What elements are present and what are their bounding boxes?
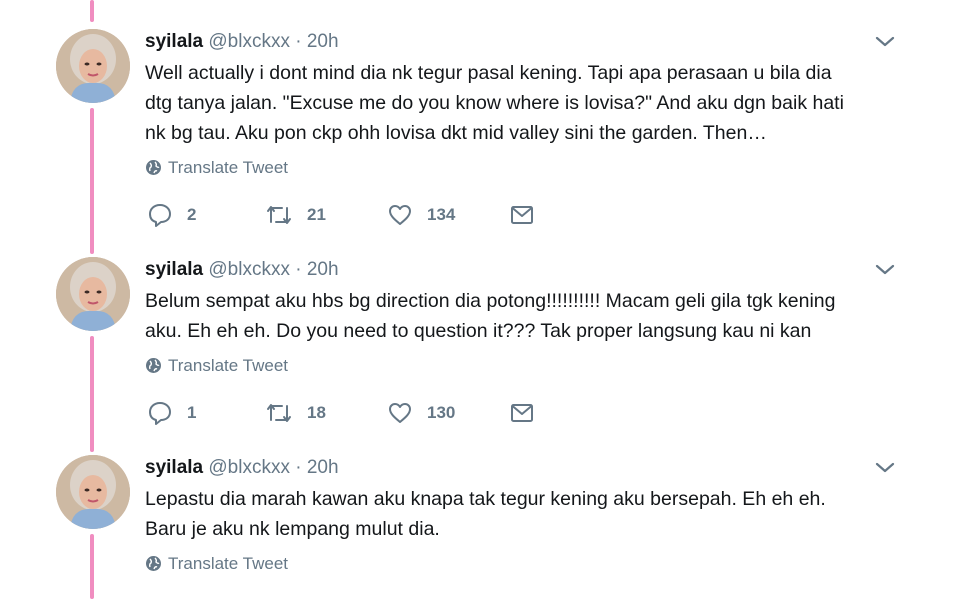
avatar[interactable]	[56, 257, 130, 331]
avatar[interactable]	[56, 29, 130, 103]
retweet-button[interactable]: 21	[265, 201, 326, 229]
thread-line	[90, 0, 94, 22]
user-name[interactable]: syilala	[145, 259, 203, 280]
reply-button[interactable]: 2	[147, 201, 196, 229]
translate-tweet-link[interactable]: Translate Tweet	[145, 157, 288, 179]
tweet-text-line: Baru je aku nk lempang mulut dia.	[145, 518, 440, 540]
translate-label: Translate Tweet	[168, 554, 289, 573]
separator: ·	[295, 259, 302, 280]
user-handle[interactable]: @blxckxx	[208, 457, 290, 478]
timestamp[interactable]: 20h	[307, 457, 339, 478]
timestamp[interactable]: 20h	[307, 259, 339, 280]
user-name[interactable]: syilala	[145, 31, 203, 52]
chevron-down-icon[interactable]	[874, 459, 896, 475]
direct-message-button[interactable]	[509, 201, 535, 229]
like-button[interactable]: 134	[387, 201, 455, 229]
tweet-text-line: aku. Eh eh eh. Do you need to question i…	[145, 320, 812, 342]
retweet-count: 18	[307, 403, 326, 422]
tweet-header: syilala @blxckxx · 20h	[145, 30, 339, 54]
tweet-text-line: nk bg tau. Aku pon ckp ohh lovisa dkt mi…	[145, 122, 767, 144]
translate-label: Translate Tweet	[168, 356, 289, 375]
translate-tweet-link[interactable]: Translate Tweet	[145, 355, 288, 377]
retweet-button[interactable]: 18	[265, 399, 326, 427]
tweet-header: syilala @blxckxx · 20h	[145, 456, 339, 480]
reply-icon	[149, 402, 171, 425]
reply-count: 2	[187, 205, 197, 224]
tweet-text: Lepastu dia marah kawan aku knapa tak te…	[145, 484, 915, 544]
tweet-text-line: dtg tanya jalan. "Excuse me do you know …	[145, 92, 844, 114]
like-button[interactable]: 130	[387, 399, 455, 427]
chevron-down-icon[interactable]	[874, 33, 896, 49]
like-count: 134	[427, 205, 456, 224]
reply-count: 1	[187, 403, 197, 422]
globe-icon	[146, 358, 161, 373]
tweet-text-line: Well actually i dont mind dia nk tegur p…	[145, 62, 832, 84]
globe-icon	[146, 160, 161, 175]
avatar[interactable]	[56, 455, 130, 529]
tweet[interactable]: syilala @blxckxx · 20h Lepastu dia marah…	[0, 455, 957, 599]
tweet[interactable]: syilala @blxckxx · 20h Belum sempat aku …	[0, 257, 957, 427]
tweet-header: syilala @blxckxx · 20h	[145, 258, 339, 282]
retweet-icon	[267, 206, 291, 224]
timestamp[interactable]: 20h	[307, 31, 339, 52]
user-name[interactable]: syilala	[145, 457, 203, 478]
retweet-icon	[267, 404, 291, 422]
chevron-down-icon[interactable]	[874, 261, 896, 277]
reply-icon	[149, 204, 171, 227]
translate-label: Translate Tweet	[168, 158, 289, 177]
tweet-text: Belum sempat aku hbs bg direction dia po…	[145, 286, 915, 346]
separator: ·	[295, 31, 302, 52]
tweet-text-line: Belum sempat aku hbs bg direction dia po…	[145, 290, 836, 312]
tweet[interactable]: syilala @blxckxx · 20h Well actually i d…	[0, 29, 957, 229]
direct-message-button[interactable]	[509, 399, 535, 427]
globe-icon	[146, 556, 161, 571]
retweet-count: 21	[307, 205, 326, 224]
heart-icon	[389, 205, 411, 225]
user-handle[interactable]: @blxckxx	[208, 259, 290, 280]
tweet-text-line: Lepastu dia marah kawan aku knapa tak te…	[145, 488, 826, 510]
envelope-icon	[511, 206, 533, 224]
reply-button[interactable]: 1	[147, 399, 196, 427]
tweet-text: Well actually i dont mind dia nk tegur p…	[145, 58, 915, 148]
translate-tweet-link[interactable]: Translate Tweet	[145, 553, 288, 575]
separator: ·	[295, 457, 302, 478]
envelope-icon	[511, 404, 533, 422]
like-count: 130	[427, 403, 456, 422]
user-handle[interactable]: @blxckxx	[208, 31, 290, 52]
heart-icon	[389, 403, 411, 423]
